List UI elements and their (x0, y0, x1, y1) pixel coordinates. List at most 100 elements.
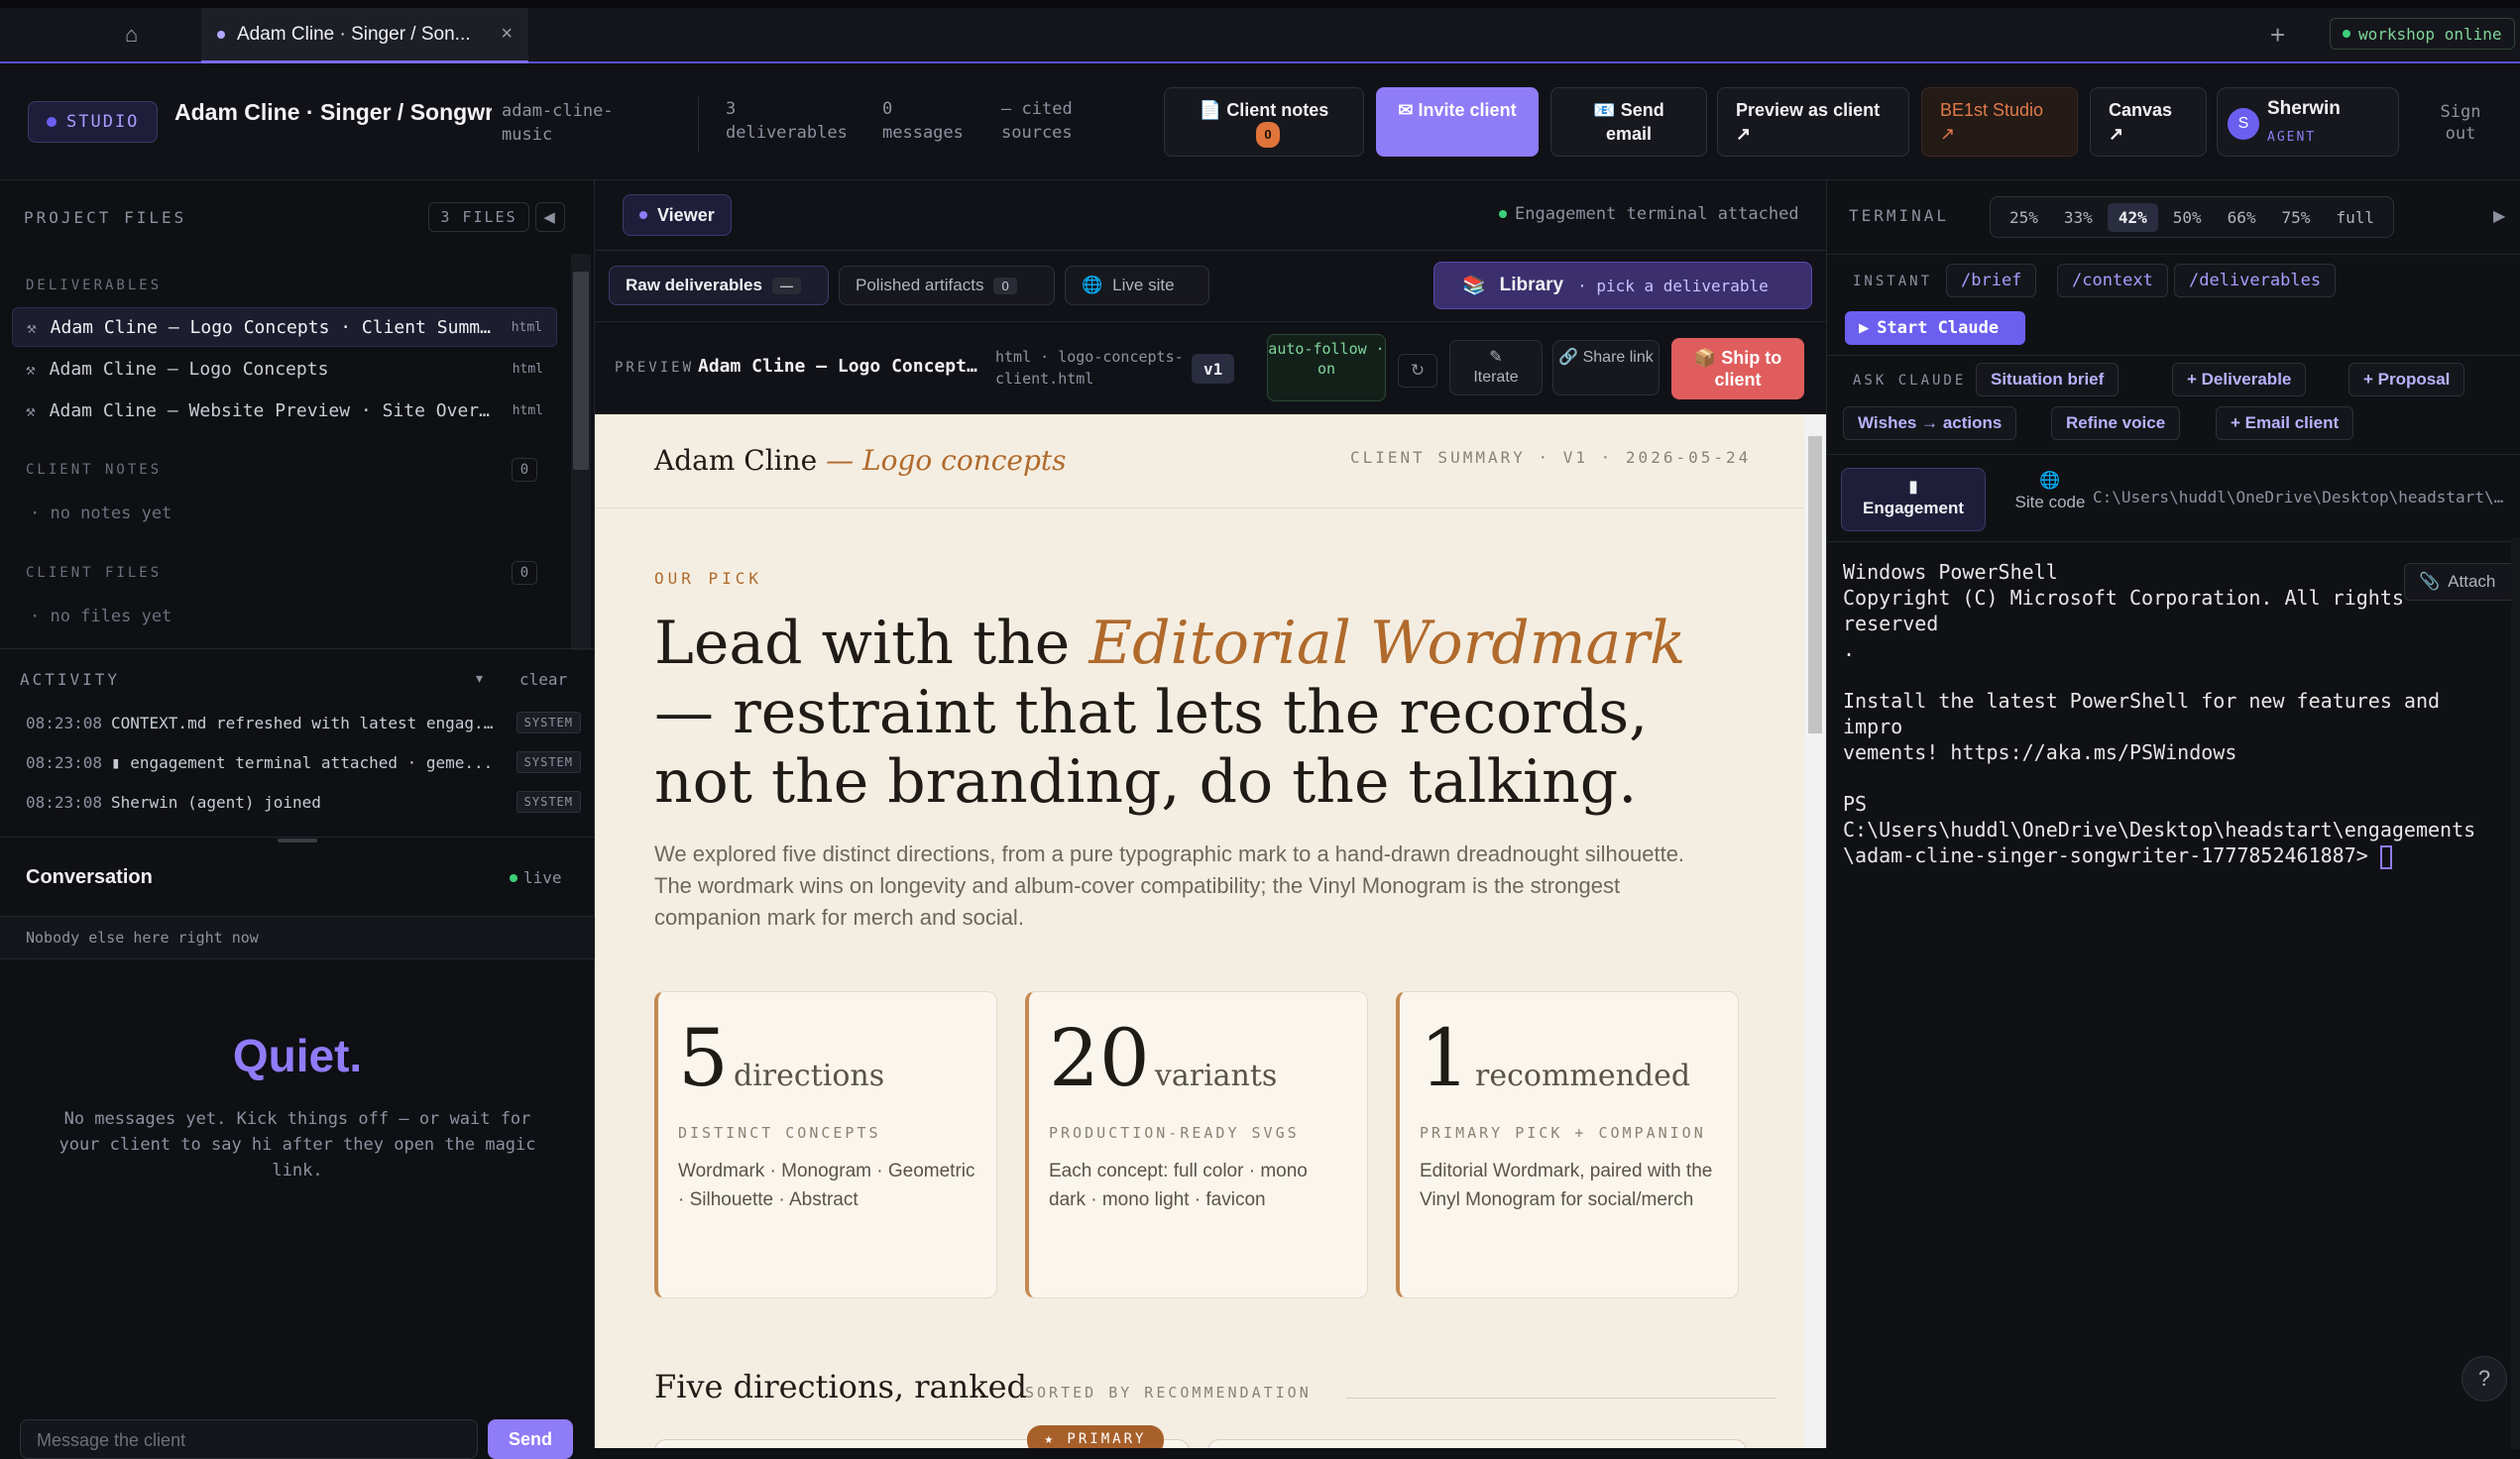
avatar: S (2228, 108, 2259, 140)
invite-client-button[interactable]: ✉ Invite client (1376, 87, 1539, 157)
be1st-studio-button[interactable]: BE1st Studio ↗ (1921, 87, 2078, 157)
doc-scrollbar[interactable] (1804, 414, 1826, 1448)
divider (1827, 254, 2520, 255)
ask-refine-voice[interactable]: Refine voice (2051, 406, 2181, 440)
notes-icon: 📄 (1199, 100, 1222, 120)
activity-filter-icon[interactable]: ▾ (476, 670, 483, 687)
studio-badge[interactable]: STUDIO (28, 101, 159, 143)
tab-engagement[interactable]: ▮ Engagement (1841, 468, 1986, 531)
user-role: AGENT (2267, 130, 2317, 145)
zoom-option[interactable]: 25% (1999, 203, 2049, 232)
help-button[interactable]: ? (2462, 1356, 2507, 1402)
zoom-option-active[interactable]: 42% (2107, 202, 2158, 232)
polished-count: 0 (993, 277, 1017, 294)
package-icon: 📦 (1693, 348, 1722, 368)
terminal-attached-status: Engagement terminal attached (1499, 204, 1799, 224)
ship-to-client-button[interactable]: 📦 Ship to client (1671, 338, 1804, 399)
command-deliverables[interactable]: /deliverables (2174, 264, 2337, 297)
instant-label: INSTANT (1853, 274, 1933, 289)
library-button[interactable]: 📚 Library · pick a deliverable (1433, 262, 1812, 309)
invite-label: Invite client (1418, 100, 1517, 120)
file-type: html (512, 402, 543, 418)
library-sub: · pick a deliverable (1577, 276, 1769, 295)
start-claude-button[interactable]: ▶ Start Claude (1845, 311, 2025, 345)
close-icon[interactable]: × (501, 23, 513, 46)
viewer-label: Viewer (657, 204, 715, 225)
viewer-button[interactable]: Viewer (623, 194, 732, 236)
ask-add-deliverable[interactable]: + Deliverable (2172, 363, 2307, 396)
project-slug: adam-cline-music (502, 101, 614, 145)
workshop-status-label: workshop online (2358, 24, 2502, 44)
refresh-icon[interactable]: ↻ (1398, 354, 1437, 388)
canvas-button[interactable]: Canvas ↗ (2090, 87, 2207, 157)
viewer-dot-icon (639, 211, 647, 219)
home-icon[interactable]: ⌂ (125, 22, 138, 48)
command-context[interactable]: /context (2057, 264, 2168, 297)
terminal-panel: TERMINAL 25% 33% 42% 50% 66% 75% full ▶ … (1826, 180, 2520, 1449)
ask-add-proposal[interactable]: + Proposal (2348, 363, 2465, 396)
stat-unit: directions (734, 1059, 885, 1093)
send-email-button[interactable]: 📧 Send email (1550, 87, 1707, 157)
engagement-label: Engagement (1862, 499, 1965, 517)
client-notes-label: Client notes (1226, 100, 1329, 120)
doc-headline: Lead with the Editorial Wordmark — restr… (654, 609, 1705, 817)
stat-card-desc: Editorial Wordmark, paired with the Viny… (1420, 1161, 1713, 1210)
send-button[interactable]: Send (488, 1419, 573, 1459)
iterate-button[interactable]: ✎ Iterate (1449, 340, 1543, 395)
scrollbar-thumb[interactable] (1808, 436, 1822, 733)
tab-raw-deliverables[interactable]: Raw deliverables — (609, 266, 829, 305)
resize-handle[interactable] (278, 839, 317, 842)
zoom-option[interactable]: 66% (2217, 203, 2267, 232)
command-brief[interactable]: /brief (1946, 264, 2037, 297)
zoom-selector[interactable]: 25% 33% 42% 50% 66% 75% full (1990, 196, 2394, 238)
client-notes-button[interactable]: 📄 Client notes 0 (1164, 87, 1364, 157)
version-badge[interactable]: v1 (1192, 354, 1235, 384)
terminal-text: Windows PowerShell Copyright (C) Microso… (1843, 560, 2476, 867)
ship-label: Ship to client (1714, 348, 1782, 390)
zoom-option[interactable]: full (2325, 203, 2385, 232)
ask-wishes-actions[interactable]: Wishes → actions (1843, 406, 2017, 440)
user-name: Sherwin (2267, 98, 2341, 119)
raw-count: — (771, 277, 801, 294)
headline-pre: Lead with the (654, 609, 1089, 678)
primary-tag: ★ PRIMARY (1027, 1425, 1164, 1448)
share-link-button[interactable]: 🔗 Share link (1552, 340, 1660, 395)
preview-as-client-button[interactable]: Preview as client ↗ (1717, 87, 1909, 157)
ask-situation-brief[interactable]: Situation brief (1976, 363, 2119, 396)
auto-follow-toggle[interactable]: auto-follow · on (1267, 334, 1386, 401)
sorted-label: SORTED BY RECOMMENDATION (1025, 1384, 1312, 1402)
file-item[interactable]: ⚒ Adam Cline — Logo Concepts · Client Su… (12, 307, 557, 347)
ask-email-client[interactable]: + Email client (2216, 406, 2354, 440)
zoom-option[interactable]: 50% (2162, 203, 2213, 232)
scrollbar-thumb[interactable] (573, 272, 589, 470)
doc-brand-name: Adam Cline (654, 444, 818, 477)
tab-live-site[interactable]: 🌐 Live site (1065, 266, 1209, 305)
play-icon: ▶ (1859, 318, 1870, 338)
user-chip[interactable]: S Sherwin AGENT (2217, 87, 2399, 157)
terminal-output[interactable]: Windows PowerShell Copyright (C) Microso… (1843, 559, 2507, 869)
collapse-left-icon[interactable]: ◀ (535, 202, 565, 232)
attach-button[interactable]: 📎 Attach (2404, 563, 2519, 601)
file-name: Adam Cline — Logo Concepts · Client Summ… (50, 316, 498, 338)
file-item[interactable]: ⚒ Adam Cline — Logo Concepts html (12, 349, 557, 389)
left-panel: PROJECT FILES 3 FILES ◀ DELIVERABLES ⚒ A… (0, 180, 595, 1459)
hammer-icon: ⚒ (26, 359, 36, 379)
new-tab-icon[interactable]: + (2270, 20, 2285, 51)
stat-cited-sources: — cited sources (1001, 97, 1110, 145)
message-input[interactable]: Message the client (20, 1419, 478, 1459)
file-item[interactable]: ⚒ Adam Cline — Website Preview · Site Ov… (12, 391, 557, 430)
stat-card-figure: 20 variants (1049, 1014, 1347, 1103)
tab-site-code[interactable]: 🌐 Site code (1998, 470, 2103, 513)
clear-activity-button[interactable]: clear (519, 670, 567, 689)
sign-out-button[interactable]: Sign out (2429, 101, 2492, 145)
terminal-scrollbar[interactable] (2511, 537, 2520, 1449)
zoom-option[interactable]: 33% (2053, 203, 2104, 232)
zoom-option[interactable]: 75% (2271, 203, 2322, 232)
tab-polished-artifacts[interactable]: Polished artifacts 0 (839, 266, 1055, 305)
studio-dot-icon (47, 117, 57, 127)
collapse-right-icon[interactable]: ▶ (2493, 206, 2505, 226)
files-scrollbar[interactable] (571, 254, 591, 650)
ranked-card[interactable] (1207, 1439, 1747, 1448)
client-files-label: CLIENT FILES (26, 565, 163, 581)
tab-project[interactable]: Adam Cline · Singer / Son... × (201, 8, 528, 63)
